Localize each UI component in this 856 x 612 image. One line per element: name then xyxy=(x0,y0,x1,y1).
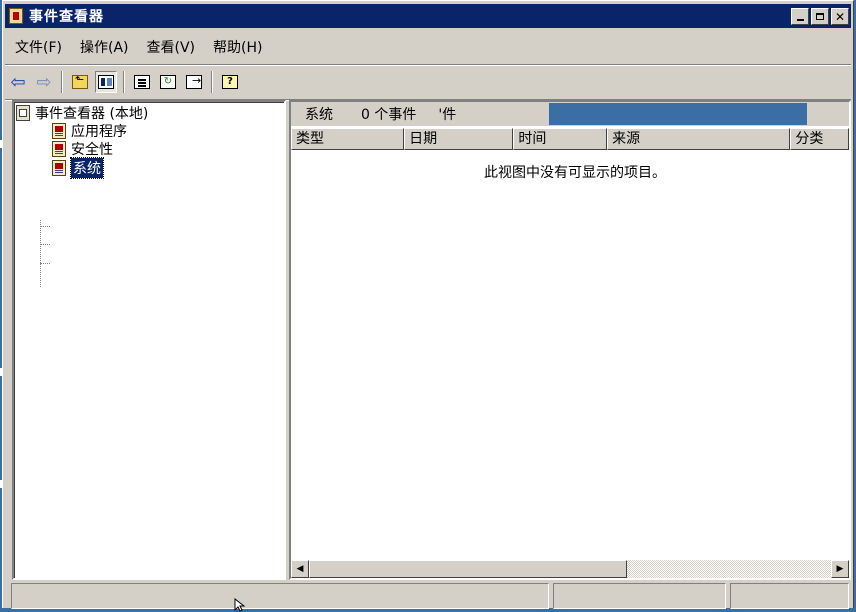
column-header-source[interactable]: 来源 xyxy=(607,128,791,150)
tree-item-label: 安全性 xyxy=(71,142,113,158)
tree-item-security[interactable]: 安全性 xyxy=(52,140,113,158)
maximize-button[interactable] xyxy=(811,8,829,25)
scroll-thumb[interactable] xyxy=(309,560,627,578)
tree-connector xyxy=(40,226,50,227)
column-header-time[interactable]: 时间 xyxy=(513,128,608,150)
help-button[interactable]: ? xyxy=(219,71,241,93)
menu-help[interactable]: 帮助(H) xyxy=(203,37,270,57)
properties-button[interactable] xyxy=(131,71,153,93)
status-panel-main xyxy=(11,583,550,609)
maximize-icon xyxy=(816,13,824,20)
close-icon: ✕ xyxy=(834,9,846,24)
details-pane: 系统 0 个事件 '件 类型 日期 时间 来源 分类 此视图中没有可显示的项目。… xyxy=(289,100,851,580)
back-button[interactable]: ⇦ xyxy=(7,71,29,93)
event-count: 0 个事件 xyxy=(361,107,417,123)
column-header-category[interactable]: 分类 xyxy=(790,128,849,150)
tree-item-label: 系统 xyxy=(70,157,104,179)
show-hide-tree-icon xyxy=(98,75,114,89)
menu-file[interactable]: 文件(F) xyxy=(5,37,70,57)
status-bar xyxy=(11,583,853,609)
column-header-date[interactable]: 日期 xyxy=(404,128,514,150)
properties-icon xyxy=(134,75,150,89)
up-one-level-button[interactable] xyxy=(69,71,91,93)
status-panel xyxy=(729,583,849,609)
close-button[interactable]: ✕ xyxy=(831,8,849,25)
scroll-left-icon: ◀ xyxy=(296,564,304,574)
caption-buttons: ✕ xyxy=(789,8,849,25)
toolbar: ⇦ ⇨ ↻ ? xyxy=(5,65,851,100)
tree-connector xyxy=(40,263,50,264)
title-bar[interactable]: 事件查看器 ✕ xyxy=(5,4,851,28)
back-arrow-icon: ⇦ xyxy=(10,71,26,93)
summary-highlight-bar xyxy=(549,103,807,125)
menu-action[interactable]: 操作(A) xyxy=(70,37,137,57)
up-one-level-icon xyxy=(72,73,88,89)
status-panel xyxy=(553,583,726,609)
window-title: 事件查看器 xyxy=(29,9,104,25)
horizontal-scrollbar[interactable]: ◀ ▶ xyxy=(291,560,849,578)
console-tree[interactable]: 事件查看器 (本地) 应用程序 安全性 系统 xyxy=(12,100,286,580)
log-name: 系统 xyxy=(305,107,333,123)
minimize-icon xyxy=(796,18,804,21)
tree-item-root[interactable]: 事件查看器 (本地) xyxy=(16,104,148,122)
help-icon: ? xyxy=(222,75,238,89)
tree-connector xyxy=(40,220,41,287)
log-icon xyxy=(52,160,66,176)
forward-button[interactable]: ⇨ xyxy=(33,71,55,93)
menu-view[interactable]: 查看(V) xyxy=(137,37,204,57)
export-list-icon xyxy=(186,74,202,89)
tree-item-application[interactable]: 应用程序 xyxy=(52,122,127,140)
mouse-cursor-icon xyxy=(234,598,246,612)
log-icon xyxy=(52,141,66,157)
toolbar-separator xyxy=(211,71,213,93)
event-viewer-app-icon[interactable] xyxy=(9,8,23,24)
empty-list-message: 此视图中没有可显示的项目。 xyxy=(484,165,666,181)
event-viewer-window: 事件查看器 ✕ 文件(F) 操作(A) 查看(V) 帮助(H) ⇦ ⇨ ↻ ? … xyxy=(2,0,854,609)
minimize-button[interactable] xyxy=(791,8,809,25)
desktop-edge-fragment xyxy=(0,480,3,488)
menu-bar: 文件(F) 操作(A) 查看(V) 帮助(H) xyxy=(5,30,851,65)
tree-item-system[interactable]: 系统 xyxy=(52,157,104,179)
desktop-edge-fragment xyxy=(0,140,3,148)
tree-connector xyxy=(40,244,50,245)
tree-item-label: 应用程序 xyxy=(71,124,127,140)
toolbar-separator xyxy=(123,71,125,93)
column-headers: 类型 日期 时间 来源 分类 xyxy=(291,128,849,150)
event-viewer-icon xyxy=(16,105,30,121)
forward-arrow-icon: ⇨ xyxy=(36,71,52,93)
scroll-right-icon: ▶ xyxy=(836,564,844,574)
refresh-icon: ↻ xyxy=(160,75,176,89)
scroll-left-button[interactable]: ◀ xyxy=(291,560,309,578)
summary-extra: '件 xyxy=(438,107,457,123)
scroll-right-button[interactable]: ▶ xyxy=(831,560,849,578)
column-header-type[interactable]: 类型 xyxy=(291,128,405,150)
toolbar-separator xyxy=(61,71,63,93)
export-list-button[interactable] xyxy=(183,71,205,93)
desktop-edge-fragment xyxy=(0,368,3,376)
show-hide-tree-button[interactable] xyxy=(95,71,117,93)
log-icon xyxy=(52,123,66,139)
refresh-button[interactable]: ↻ xyxy=(157,71,179,93)
tree-item-label: 事件查看器 (本地) xyxy=(35,106,149,122)
log-summary-bar: 系统 0 个事件 '件 xyxy=(291,102,849,126)
